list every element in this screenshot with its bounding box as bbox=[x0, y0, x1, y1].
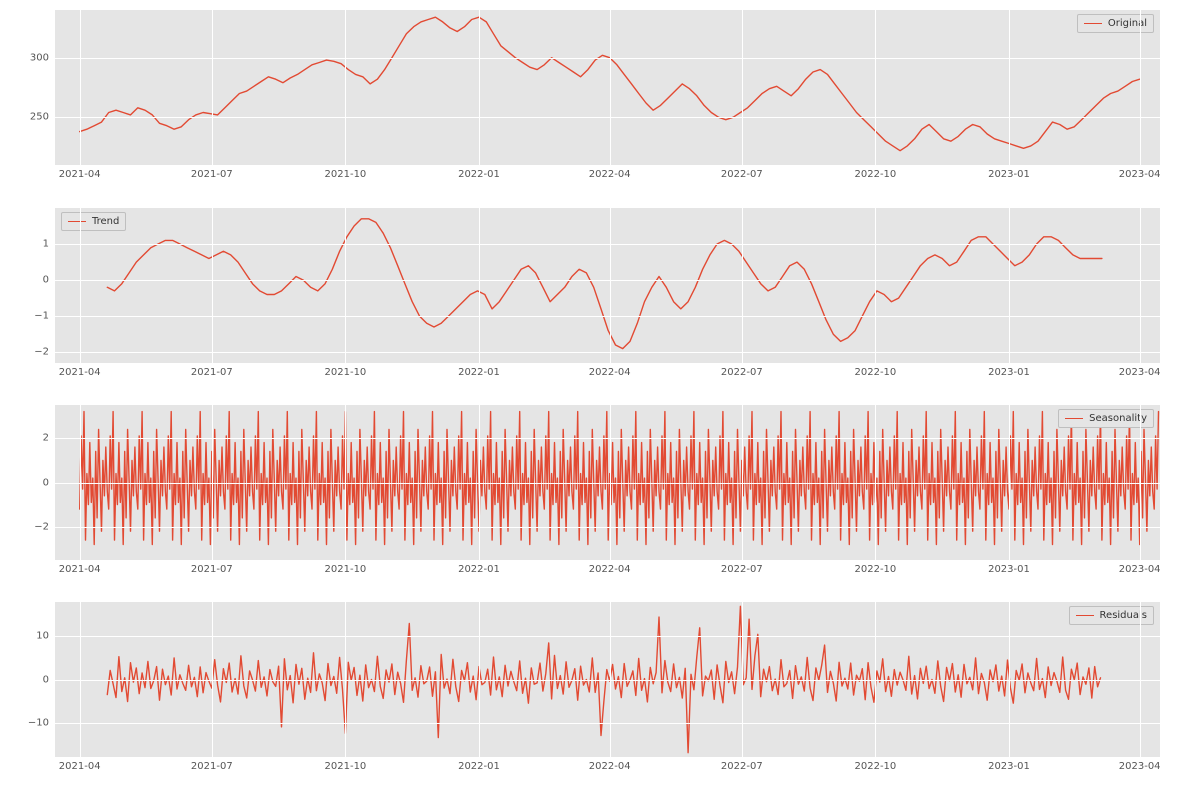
legend-residuals: Residuals bbox=[1069, 606, 1154, 625]
plot-area-residuals: Residuals 2021-042021-072021-102022-0120… bbox=[55, 602, 1160, 757]
legend-label: Seasonality bbox=[1089, 413, 1147, 424]
xtick-label: 2021-07 bbox=[191, 757, 233, 772]
xtick-label: 2021-04 bbox=[59, 757, 101, 772]
xtick-label: 2021-07 bbox=[191, 165, 233, 180]
xtick-label: 2022-01 bbox=[458, 560, 500, 575]
ytick-label: 2 bbox=[43, 433, 55, 444]
ytick-label: 0 bbox=[43, 674, 55, 685]
xtick-label: 2022-07 bbox=[721, 757, 763, 772]
legend-swatch bbox=[1084, 23, 1102, 24]
ytick-label: −10 bbox=[28, 717, 55, 728]
legend-trend: Trend bbox=[61, 212, 126, 231]
xtick-label: 2021-10 bbox=[325, 560, 367, 575]
xtick-label: 2021-10 bbox=[325, 363, 367, 378]
xtick-label: 2022-01 bbox=[458, 757, 500, 772]
xtick-label: 2022-10 bbox=[854, 165, 896, 180]
xtick-label: 2022-04 bbox=[589, 363, 631, 378]
xtick-label: 2022-10 bbox=[854, 363, 896, 378]
xtick-label: 2021-10 bbox=[325, 165, 367, 180]
ytick-label: −1 bbox=[34, 311, 55, 322]
legend-swatch bbox=[68, 221, 86, 222]
line-trend bbox=[55, 208, 1160, 363]
xtick-label: 2023-01 bbox=[988, 363, 1030, 378]
xtick-label: 2022-10 bbox=[854, 757, 896, 772]
xtick-label: 2022-04 bbox=[589, 757, 631, 772]
xtick-label: 2023-01 bbox=[988, 165, 1030, 180]
plot-area-trend: Trend 2021-042021-072021-102022-012022-0… bbox=[55, 208, 1160, 363]
xtick-label: 2021-07 bbox=[191, 560, 233, 575]
xtick-label: 2022-07 bbox=[721, 363, 763, 378]
xtick-label: 2022-04 bbox=[589, 165, 631, 180]
subplot-residuals: Residuals 2021-042021-072021-102022-0120… bbox=[55, 602, 1160, 757]
xtick-label: 2022-07 bbox=[721, 560, 763, 575]
subplot-original: Original 2021-042021-072021-102022-01202… bbox=[55, 10, 1160, 165]
legend-swatch bbox=[1065, 418, 1083, 419]
ytick-label: 250 bbox=[30, 112, 55, 123]
ytick-label: −2 bbox=[34, 347, 55, 358]
xtick-label: 2023-04 bbox=[1119, 560, 1161, 575]
ytick-label: 0 bbox=[43, 477, 55, 488]
ytick-label: 10 bbox=[36, 631, 55, 642]
subplot-seasonality: Seasonality 2021-042021-072021-102022-01… bbox=[55, 405, 1160, 560]
subplot-trend: Trend 2021-042021-072021-102022-012022-0… bbox=[55, 208, 1160, 363]
xtick-label: 2023-04 bbox=[1119, 363, 1161, 378]
plot-area-original: Original 2021-042021-072021-102022-01202… bbox=[55, 10, 1160, 165]
ytick-label: −2 bbox=[34, 521, 55, 532]
decomposition-figure: Original 2021-042021-072021-102022-01202… bbox=[0, 0, 1187, 790]
xtick-label: 2021-04 bbox=[59, 165, 101, 180]
xtick-label: 2021-07 bbox=[191, 363, 233, 378]
xtick-label: 2023-01 bbox=[988, 560, 1030, 575]
xtick-label: 2022-01 bbox=[458, 165, 500, 180]
line-original bbox=[55, 10, 1160, 165]
legend-label: Original bbox=[1108, 18, 1147, 29]
xtick-label: 2023-04 bbox=[1119, 165, 1161, 180]
ytick-label: 300 bbox=[30, 52, 55, 63]
legend-swatch bbox=[1076, 615, 1094, 616]
xtick-label: 2021-10 bbox=[325, 757, 367, 772]
xtick-label: 2023-01 bbox=[988, 757, 1030, 772]
xtick-label: 2022-10 bbox=[854, 560, 896, 575]
xtick-label: 2021-04 bbox=[59, 560, 101, 575]
ytick-label: 0 bbox=[43, 275, 55, 286]
xtick-label: 2023-04 bbox=[1119, 757, 1161, 772]
plot-area-seasonality: Seasonality 2021-042021-072021-102022-01… bbox=[55, 405, 1160, 560]
xtick-label: 2021-04 bbox=[59, 363, 101, 378]
ytick-label: 1 bbox=[43, 239, 55, 250]
xtick-label: 2022-01 bbox=[458, 363, 500, 378]
xtick-label: 2022-07 bbox=[721, 165, 763, 180]
legend-label: Trend bbox=[92, 216, 119, 227]
legend-original: Original bbox=[1077, 14, 1154, 33]
xtick-label: 2022-04 bbox=[589, 560, 631, 575]
